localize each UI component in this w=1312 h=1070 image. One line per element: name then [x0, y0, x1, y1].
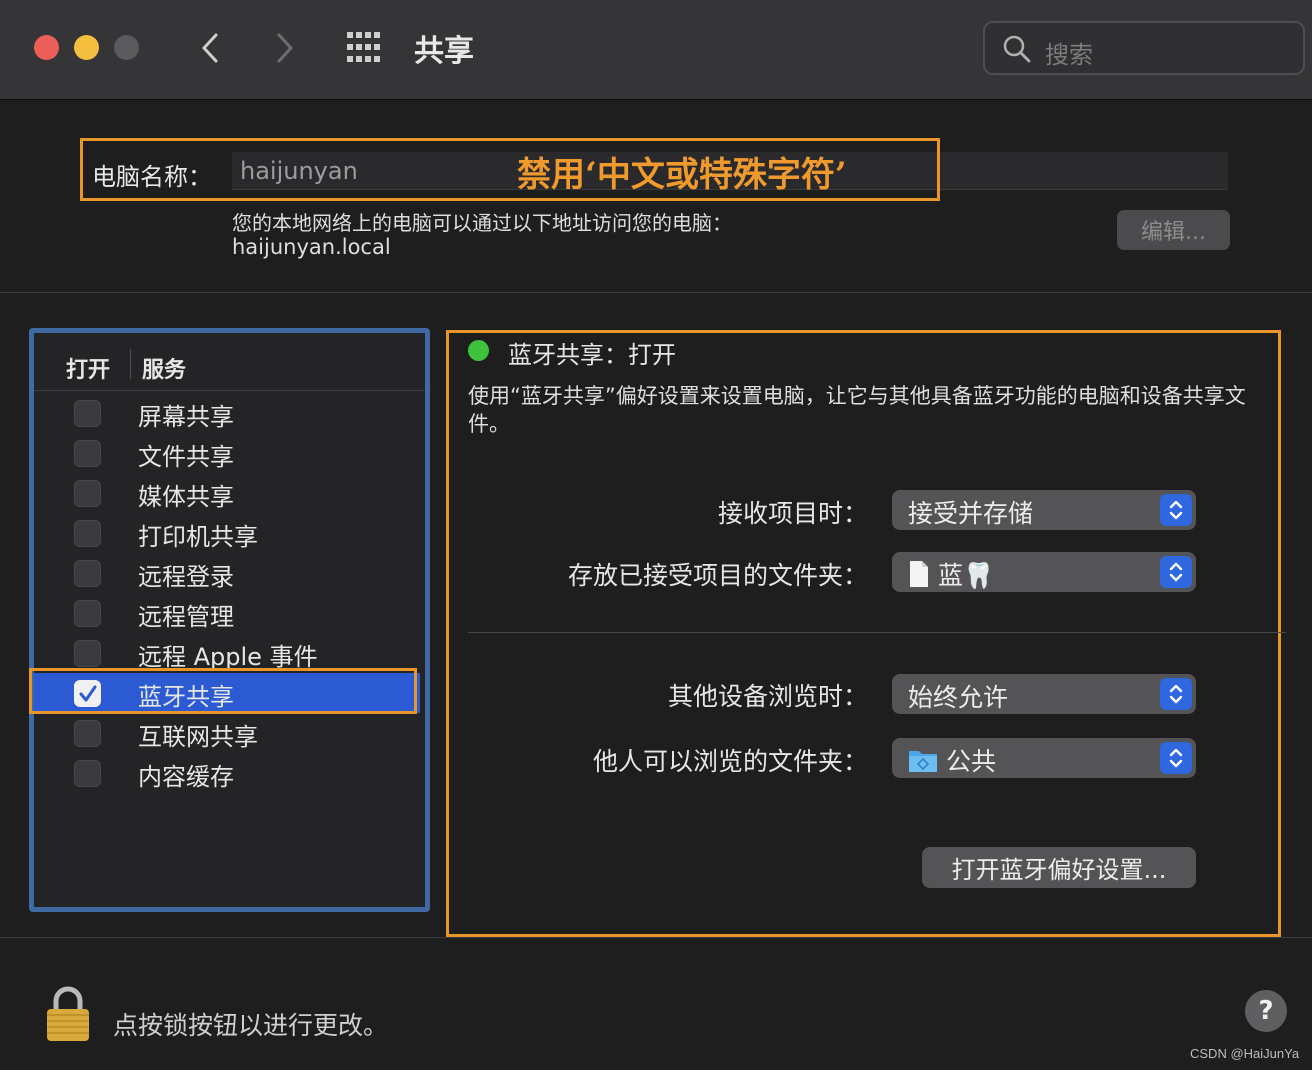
service-checkbox[interactable] [74, 560, 101, 587]
service-label: 远程 Apple 事件 [138, 643, 318, 671]
back-button[interactable] [190, 28, 230, 68]
service-checkbox[interactable] [74, 760, 101, 787]
service-row-remote-login[interactable]: 远程登录 [34, 553, 420, 593]
service-checkbox[interactable] [74, 400, 101, 427]
service-row-remote-management[interactable]: 远程管理 [34, 593, 420, 633]
local-address: haijunyan.local [232, 235, 391, 259]
help-button[interactable]: ? [1245, 990, 1287, 1032]
column-header-service[interactable]: 服务 [142, 352, 186, 384]
browse-popup[interactable]: 始终允许 [892, 674, 1196, 714]
lock-button[interactable] [44, 985, 92, 1043]
service-row-internet-sharing[interactable]: 互联网共享 [34, 713, 420, 753]
search-placeholder: 搜索 [1045, 41, 1093, 69]
status-indicator [468, 340, 489, 361]
service-label: 文件共享 [138, 443, 234, 471]
chevron-right-icon [277, 33, 293, 63]
computer-name-section: 电脑名称： haijunyan 禁用‘中文或特殊字符’ 您的本地网络上的电脑可以… [0, 101, 1312, 293]
store-folder-value: 蓝🦷 [938, 561, 995, 590]
service-row-content-caching[interactable]: 内容缓存 [34, 753, 420, 793]
forward-button[interactable] [265, 28, 305, 68]
service-description: 使用“蓝牙共享”偏好设置来设置电脑，让它与其他具备蓝牙功能的电脑和设备共享文件。 [468, 384, 1246, 436]
column-header-open[interactable]: 打开 [66, 352, 110, 384]
service-row-screen-sharing[interactable]: 屏幕共享 [34, 393, 420, 433]
service-row-media-sharing[interactable]: 媒体共享 [34, 473, 420, 513]
browse-folder-label: 他人可以浏览的文件夹： [592, 747, 868, 776]
annotation-text: 禁用‘中文或特殊字符’ [517, 155, 847, 195]
zoom-window-button[interactable] [114, 35, 139, 60]
chevron-left-icon [202, 33, 218, 63]
store-folder-popup[interactable]: 蓝🦷 [892, 552, 1196, 592]
annotation-box-selected-service [29, 668, 417, 714]
grid-icon [347, 32, 380, 62]
section-divider [468, 632, 1286, 633]
column-separator [130, 349, 131, 379]
service-checkbox[interactable] [74, 720, 101, 747]
browse-label: 其他设备浏览时： [667, 682, 868, 711]
service-label: 内容缓存 [138, 763, 234, 791]
service-label: 屏幕共享 [138, 403, 234, 431]
service-status: 蓝牙共享：打开 [508, 341, 676, 369]
service-label: 远程登录 [138, 563, 234, 591]
receive-items-popup[interactable]: 接受并存储 [892, 490, 1196, 530]
service-label: 远程管理 [138, 603, 234, 631]
service-row-remote-apple-events[interactable]: 远程 Apple 事件 [34, 633, 420, 673]
service-checkbox[interactable] [74, 600, 101, 627]
receive-items-label: 接收项目时： [717, 499, 868, 528]
service-label: 打印机共享 [138, 523, 258, 551]
watermark: CSDN @HaiJunYa [1190, 1046, 1300, 1061]
local-address-note: 您的本地网络上的电脑可以通过以下地址访问您的电脑： [232, 211, 732, 235]
minimize-window-button[interactable] [74, 35, 99, 60]
store-folder-label: 存放已接受项目的文件夹： [567, 561, 868, 590]
popup-arrows-icon [1160, 742, 1192, 774]
show-all-button[interactable] [345, 30, 385, 66]
search-icon [1003, 35, 1031, 63]
service-checkbox[interactable] [74, 480, 101, 507]
services-list: 打开 服务 屏幕共享 文件共享 媒体共享 打印机共享 远程登录 远程管理 远程 … [29, 328, 430, 912]
service-label: 互联网共享 [138, 723, 258, 751]
close-window-button[interactable] [34, 35, 59, 60]
open-bluetooth-preferences-button[interactable]: 打开蓝牙偏好设置... [922, 847, 1196, 888]
service-checkbox[interactable] [74, 520, 101, 547]
popup-arrows-icon [1160, 494, 1192, 526]
document-icon [910, 561, 928, 587]
lock-hint: 点按锁按钮以进行更改。 [113, 1011, 389, 1040]
service-row-printer-sharing[interactable]: 打印机共享 [34, 513, 420, 553]
edit-button[interactable]: 编辑... [1117, 210, 1230, 250]
popup-arrows-icon [1160, 556, 1192, 588]
browse-folder-popup[interactable]: 公共 [892, 738, 1196, 778]
service-row-file-sharing[interactable]: 文件共享 [34, 433, 420, 473]
lock-icon [47, 986, 89, 1041]
title-bar: 共享 搜索 [0, 0, 1312, 100]
receive-items-value: 接受并存储 [908, 499, 1034, 528]
search-field[interactable]: 搜索 [983, 21, 1305, 75]
browse-folder-value: 公共 [946, 747, 997, 776]
service-label: 媒体共享 [138, 483, 234, 511]
public-folder-icon [909, 751, 937, 772]
footer-divider [0, 937, 1312, 938]
browse-value: 始终允许 [908, 683, 1009, 712]
services-list-header: 打开 服务 [34, 333, 425, 391]
window-title: 共享 [414, 34, 474, 69]
service-checkbox[interactable] [74, 640, 101, 667]
popup-arrows-icon [1160, 678, 1192, 710]
service-checkbox[interactable] [74, 440, 101, 467]
